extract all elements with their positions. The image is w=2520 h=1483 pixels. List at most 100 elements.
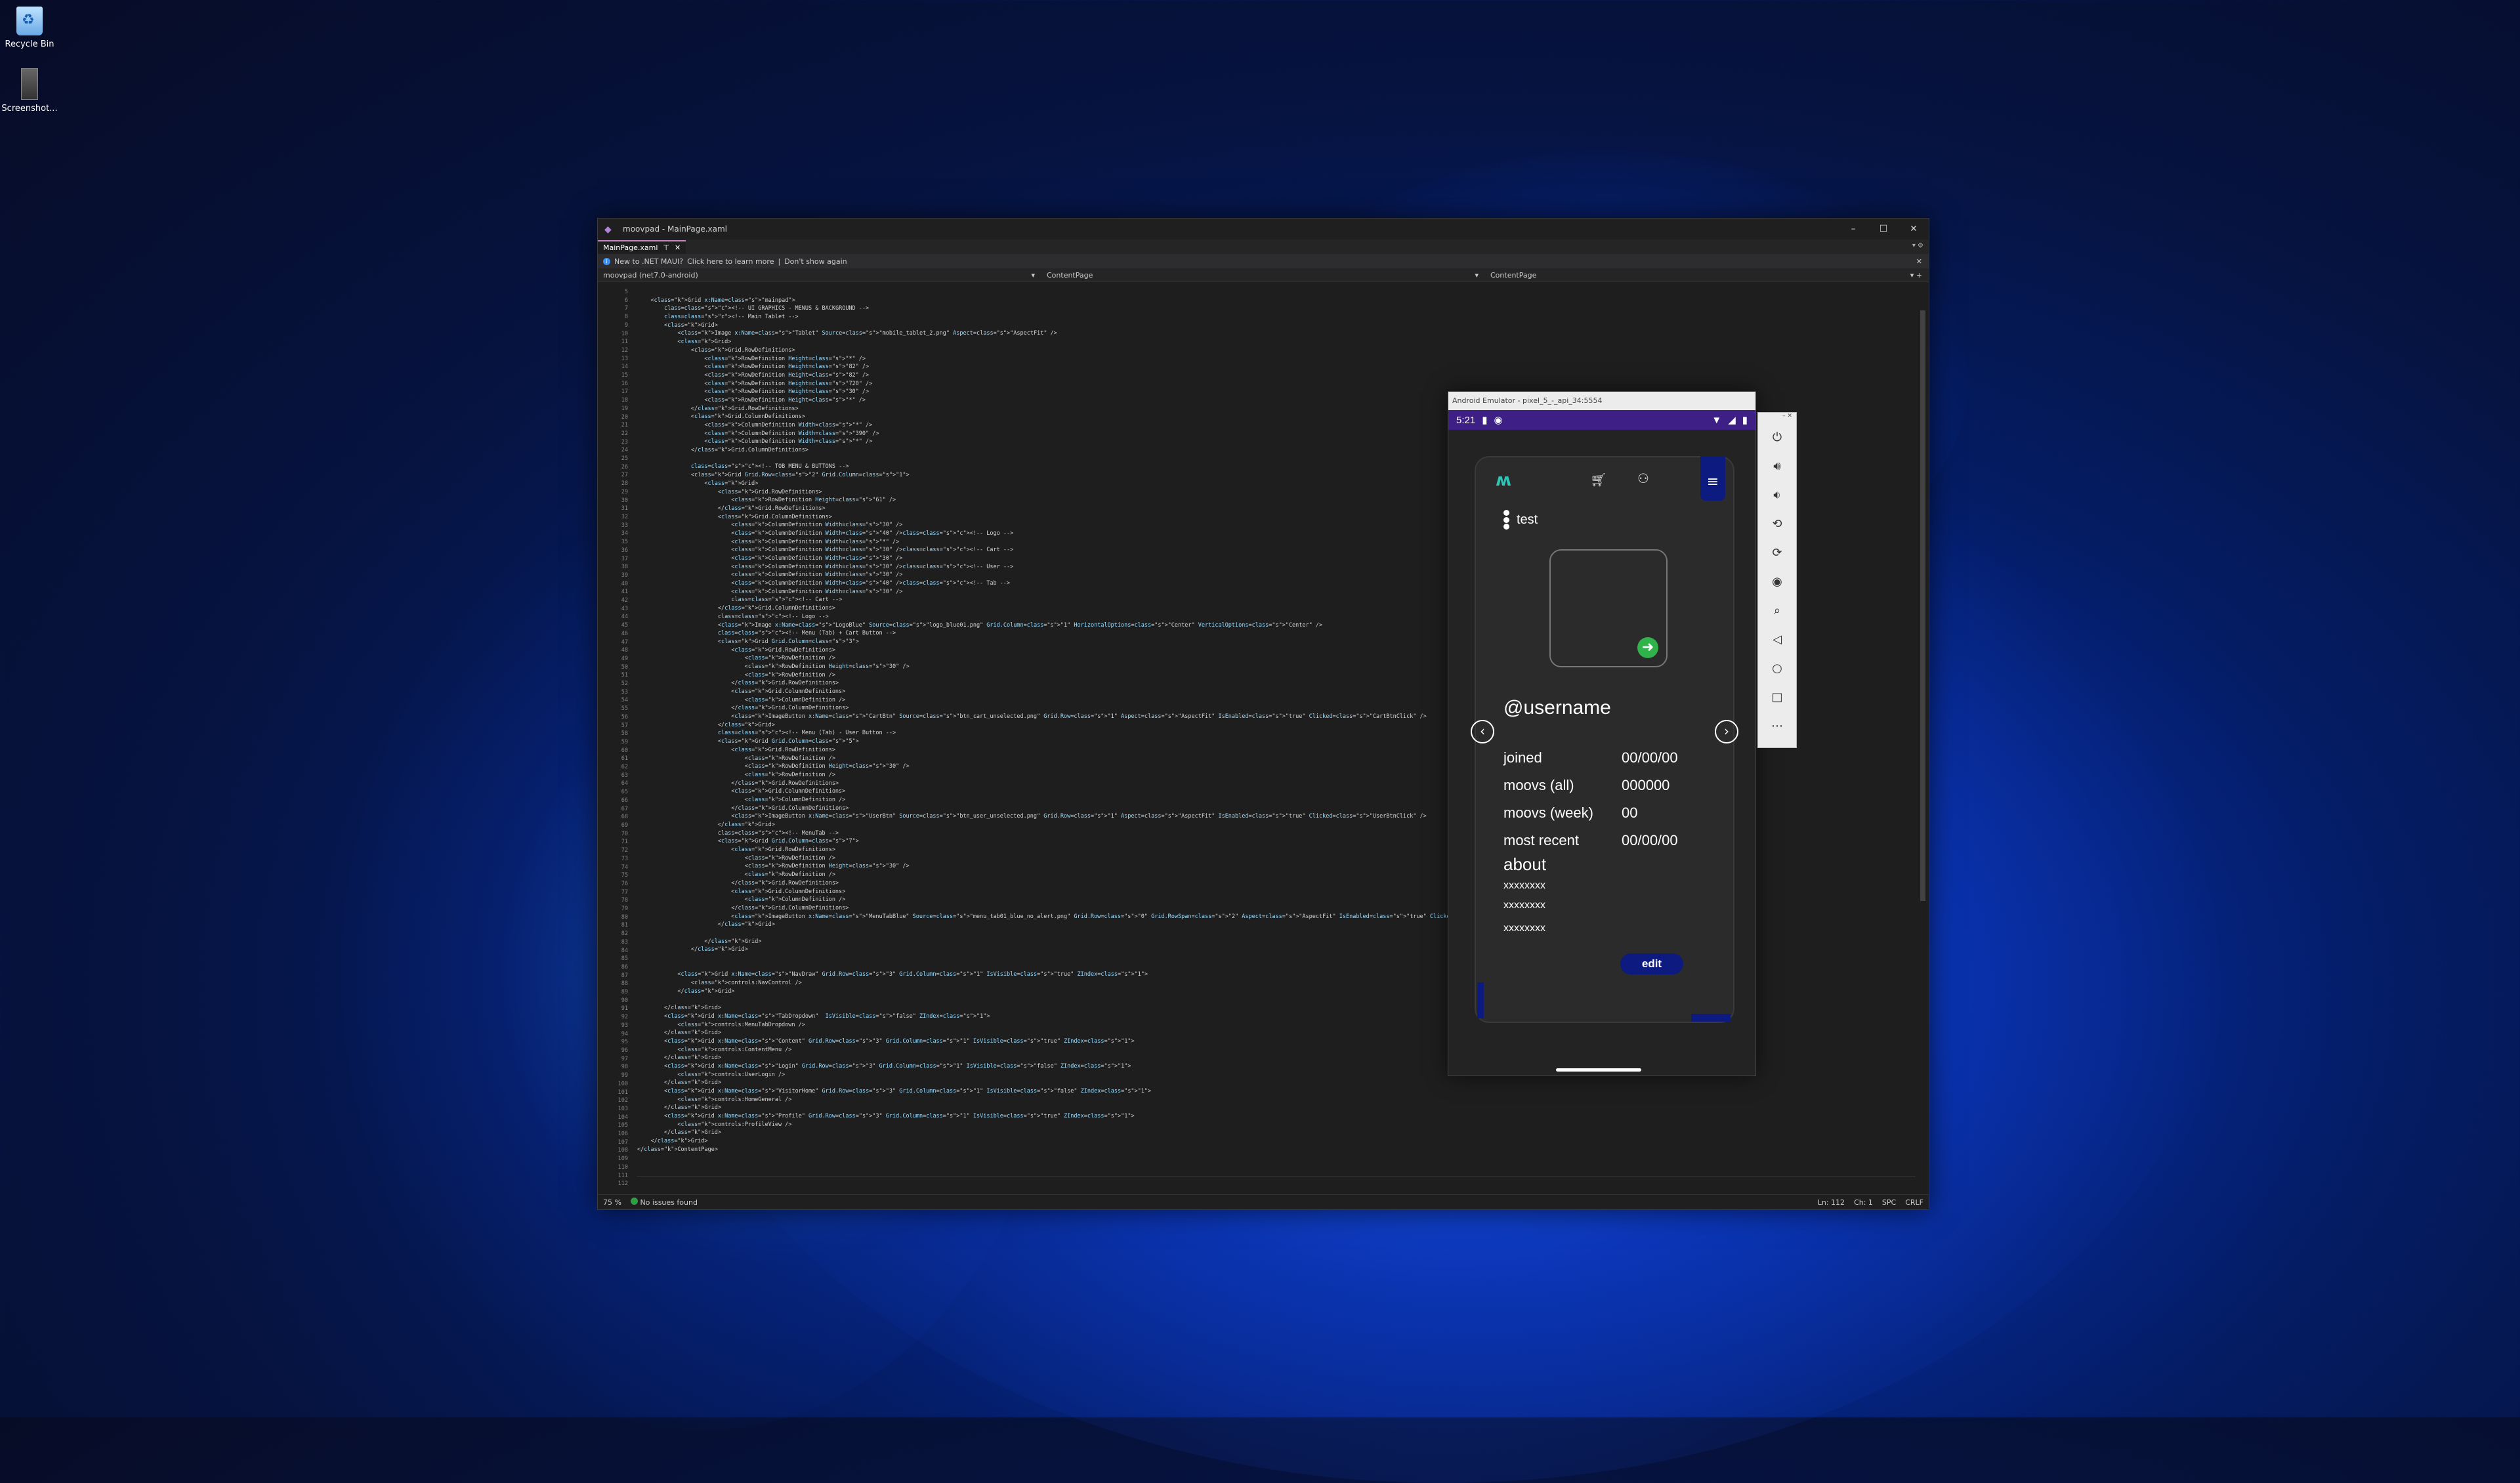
- code-line[interactable]: <class="k">controls:MenuTabDropdown />: [637, 1021, 1547, 1030]
- code-line[interactable]: class=class="s">"c"><!-- Main Tablet -->: [637, 313, 1547, 322]
- code-line[interactable]: <class="k">RowDefinition Height=class="s…: [637, 396, 1547, 405]
- code-line[interactable]: <class="k">ColumnDefinition />: [637, 696, 1547, 705]
- code-line[interactable]: <class="k">Grid Grid.Column=class="s">"5…: [637, 738, 1547, 746]
- info-close-icon[interactable]: ✕: [1916, 257, 1929, 266]
- side-toolbar-window-controls[interactable]: – ✕: [1758, 413, 1796, 423]
- code-line[interactable]: [637, 954, 1547, 963]
- menu-tab-button[interactable]: ≡: [1700, 456, 1725, 501]
- code-line[interactable]: <class="k">ColumnDefinition Width=class=…: [637, 579, 1547, 588]
- code-line[interactable]: <class="k">controls:UserLogin />: [637, 1071, 1547, 1079]
- member-dropdown[interactable]: ContentPage ▾ +: [1485, 271, 1929, 280]
- overview-icon[interactable]: □: [1758, 683, 1796, 712]
- line-ending-indicator[interactable]: CRLF: [1905, 1198, 1923, 1207]
- code-line[interactable]: <class="k">ImageButton x:Name=class="s">…: [637, 713, 1547, 721]
- previous-arrow-icon[interactable]: ‹: [1471, 720, 1494, 743]
- code-line[interactable]: <class="k">RowDefinition />: [637, 755, 1547, 763]
- code-line[interactable]: </class="k">Grid.RowDefinitions>: [637, 879, 1547, 888]
- code-line[interactable]: <class="k">RowDefinition Height=class="s…: [637, 762, 1547, 771]
- issues-status[interactable]: No issues found: [640, 1198, 697, 1207]
- next-arrow-icon[interactable]: ›: [1715, 720, 1738, 743]
- code-line[interactable]: <class="k">Grid.RowDefinitions>: [637, 846, 1547, 854]
- code-line[interactable]: <class="k">ColumnDefinition Width=class=…: [637, 588, 1547, 596]
- code-text[interactable]: <class="k">Grid x:Name=class="s">"mainpa…: [637, 288, 1547, 1162]
- code-line[interactable]: </class="k">Grid>: [637, 1029, 1547, 1037]
- code-line[interactable]: </class="k">Grid.RowDefinitions>: [637, 505, 1547, 513]
- avatar-frame[interactable]: ➜: [1549, 549, 1668, 667]
- code-line[interactable]: <class="k">ColumnDefinition Width=class=…: [637, 554, 1547, 563]
- code-line[interactable]: <class="k">Grid.RowDefinitions>: [637, 488, 1547, 497]
- code-line[interactable]: class=class="s">"c"><!-- Menu (Tab) + Ca…: [637, 629, 1547, 638]
- code-line[interactable]: <class="k">Grid.RowDefinitions>: [637, 646, 1547, 655]
- code-line[interactable]: </class="k">Grid>: [637, 946, 1547, 954]
- whitespace-indicator[interactable]: SPC: [1882, 1198, 1896, 1207]
- user-icon[interactable]: ⚇: [1637, 470, 1649, 486]
- code-line[interactable]: <class="k">ColumnDefinition Width=class=…: [637, 421, 1547, 430]
- code-line[interactable]: <class="k">Grid x:Name=class="s">"TabDro…: [637, 1013, 1547, 1021]
- code-line[interactable]: <class="k">ImageButton x:Name=class="s">…: [637, 913, 1547, 921]
- desktop-icon-recycle-bin[interactable]: Recycle Bin: [0, 7, 59, 49]
- rotate-left-icon[interactable]: ⟲: [1758, 510, 1796, 539]
- code-line[interactable]: <class="k">RowDefinition Height=class="s…: [637, 371, 1547, 380]
- code-line[interactable]: <class="k">ColumnDefinition Width=class=…: [637, 571, 1547, 579]
- code-line[interactable]: <class="k">ColumnDefinition Width=class=…: [637, 530, 1547, 538]
- rotate-right-icon[interactable]: ⟳: [1758, 539, 1796, 568]
- code-line[interactable]: <class="k">ColumnDefinition Width=class=…: [637, 563, 1547, 572]
- code-line[interactable]: <class="k">RowDefinition Height=class="s…: [637, 496, 1547, 505]
- code-line[interactable]: </class="k">Grid>: [637, 1129, 1547, 1137]
- code-line[interactable]: </class="k">Grid>: [637, 1104, 1547, 1112]
- code-line[interactable]: </class="k">Grid.ColumnDefinitions>: [637, 446, 1547, 455]
- code-line[interactable]: <class="k">RowDefinition />: [637, 654, 1547, 663]
- code-line[interactable]: </class="k">Grid>: [637, 921, 1547, 929]
- code-line[interactable]: <class="k">controls:NavControl />: [637, 979, 1547, 988]
- code-line[interactable]: <class="k">Grid.ColumnDefinitions>: [637, 787, 1547, 796]
- pin-icon[interactable]: ⊤: [663, 243, 669, 252]
- code-line[interactable]: <class="k">RowDefinition Height=class="s…: [637, 355, 1547, 364]
- code-line[interactable]: <class="k">RowDefinition Height=class="s…: [637, 363, 1547, 371]
- code-line[interactable]: <class="k">Grid x:Name=class="s">"NavDra…: [637, 971, 1547, 979]
- code-line[interactable]: <class="k">Grid>: [637, 480, 1547, 488]
- project-dropdown[interactable]: moovpad (net7.0-android) ▾: [598, 271, 1041, 280]
- code-line[interactable]: <class="k">RowDefinition Height=class="s…: [637, 380, 1547, 388]
- tab-mainpage-xaml[interactable]: MainPage.xaml ⊤ ✕: [598, 240, 686, 254]
- phone-screen[interactable]: 5:21 ▮ ◉ ▼ ◢ ▮ ʍ 🛒︎ ⚇ ≡ test ➜ @username: [1448, 410, 1755, 1076]
- code-line[interactable]: <class="k">controls:HomeGeneral />: [637, 1096, 1547, 1104]
- code-line[interactable]: </class="k">Grid>: [637, 1004, 1547, 1013]
- code-line[interactable]: <class="k">Grid.ColumnDefinitions>: [637, 513, 1547, 522]
- code-line[interactable]: class=class="s">"c"><!-- MenuTab -->: [637, 829, 1547, 838]
- code-line[interactable]: </class="k">Grid.ColumnDefinitions>: [637, 804, 1547, 813]
- code-line[interactable]: <class="k">Grid.RowDefinitions>: [637, 346, 1547, 355]
- code-line[interactable]: <class="k">controls:ProfileView />: [637, 1121, 1547, 1129]
- close-button[interactable]: ✕: [1899, 224, 1929, 234]
- type-dropdown[interactable]: ContentPage ▾: [1041, 271, 1485, 280]
- code-line[interactable]: <class="k">Image x:Name=class="s">"LogoB…: [637, 621, 1547, 630]
- code-line[interactable]: [637, 455, 1547, 463]
- code-line[interactable]: </class="k">Grid>: [637, 1054, 1547, 1062]
- arrow-right-icon[interactable]: ➜: [1637, 637, 1658, 658]
- tab-close-icon[interactable]: ✕: [675, 243, 681, 252]
- cart-icon[interactable]: 🛒︎: [1590, 472, 1606, 488]
- code-line[interactable]: <class="k">ColumnDefinition Width=class=…: [637, 546, 1547, 554]
- desktop-icon-screenshot[interactable]: Screenshot...: [0, 68, 59, 114]
- more-options-icon[interactable]: [1503, 510, 1510, 530]
- code-line[interactable]: <class="k">ColumnDefinition />: [637, 896, 1547, 904]
- code-line[interactable]: </class="k">Grid.RowDefinitions>: [637, 679, 1547, 688]
- code-line[interactable]: class=class="s">"c"><!-- Cart -->: [637, 596, 1547, 604]
- volume-down-icon[interactable]: 🔉︎: [1758, 481, 1796, 510]
- scrollbar-thumb[interactable]: [1920, 310, 1925, 901]
- code-line[interactable]: <class="k">controls:ContentMenu />: [637, 1046, 1547, 1055]
- code-line[interactable]: class=class="s">"c"><!-- Logo -->: [637, 613, 1547, 621]
- code-line[interactable]: [637, 963, 1547, 971]
- tab-overflow-icon[interactable]: ▾ ⚙: [1912, 242, 1923, 249]
- code-line[interactable]: class=class="s">"c"><!-- UI GRAPHICS - M…: [637, 304, 1547, 313]
- code-line[interactable]: </class="k">Grid>: [637, 821, 1547, 829]
- code-line[interactable]: <class="k">RowDefinition Height=class="s…: [637, 663, 1547, 671]
- code-line[interactable]: class=class="s">"c"><!-- TOB MENU & BUTT…: [637, 463, 1547, 471]
- code-line[interactable]: </class="k">Grid.ColumnDefinitions>: [637, 704, 1547, 713]
- code-line[interactable]: <class="k">Grid Grid.Column=class="s">"7…: [637, 837, 1547, 846]
- code-line[interactable]: </class="k">Grid.ColumnDefinitions>: [637, 904, 1547, 913]
- volume-up-icon[interactable]: 🔊︎: [1758, 452, 1796, 481]
- code-line[interactable]: </class="k">ContentPage>: [637, 1146, 1547, 1154]
- code-line[interactable]: class=class="s">"c"><!-- Menu (Tab) - Us…: [637, 729, 1547, 738]
- code-line[interactable]: [637, 995, 1547, 1004]
- code-line[interactable]: [637, 1154, 1547, 1163]
